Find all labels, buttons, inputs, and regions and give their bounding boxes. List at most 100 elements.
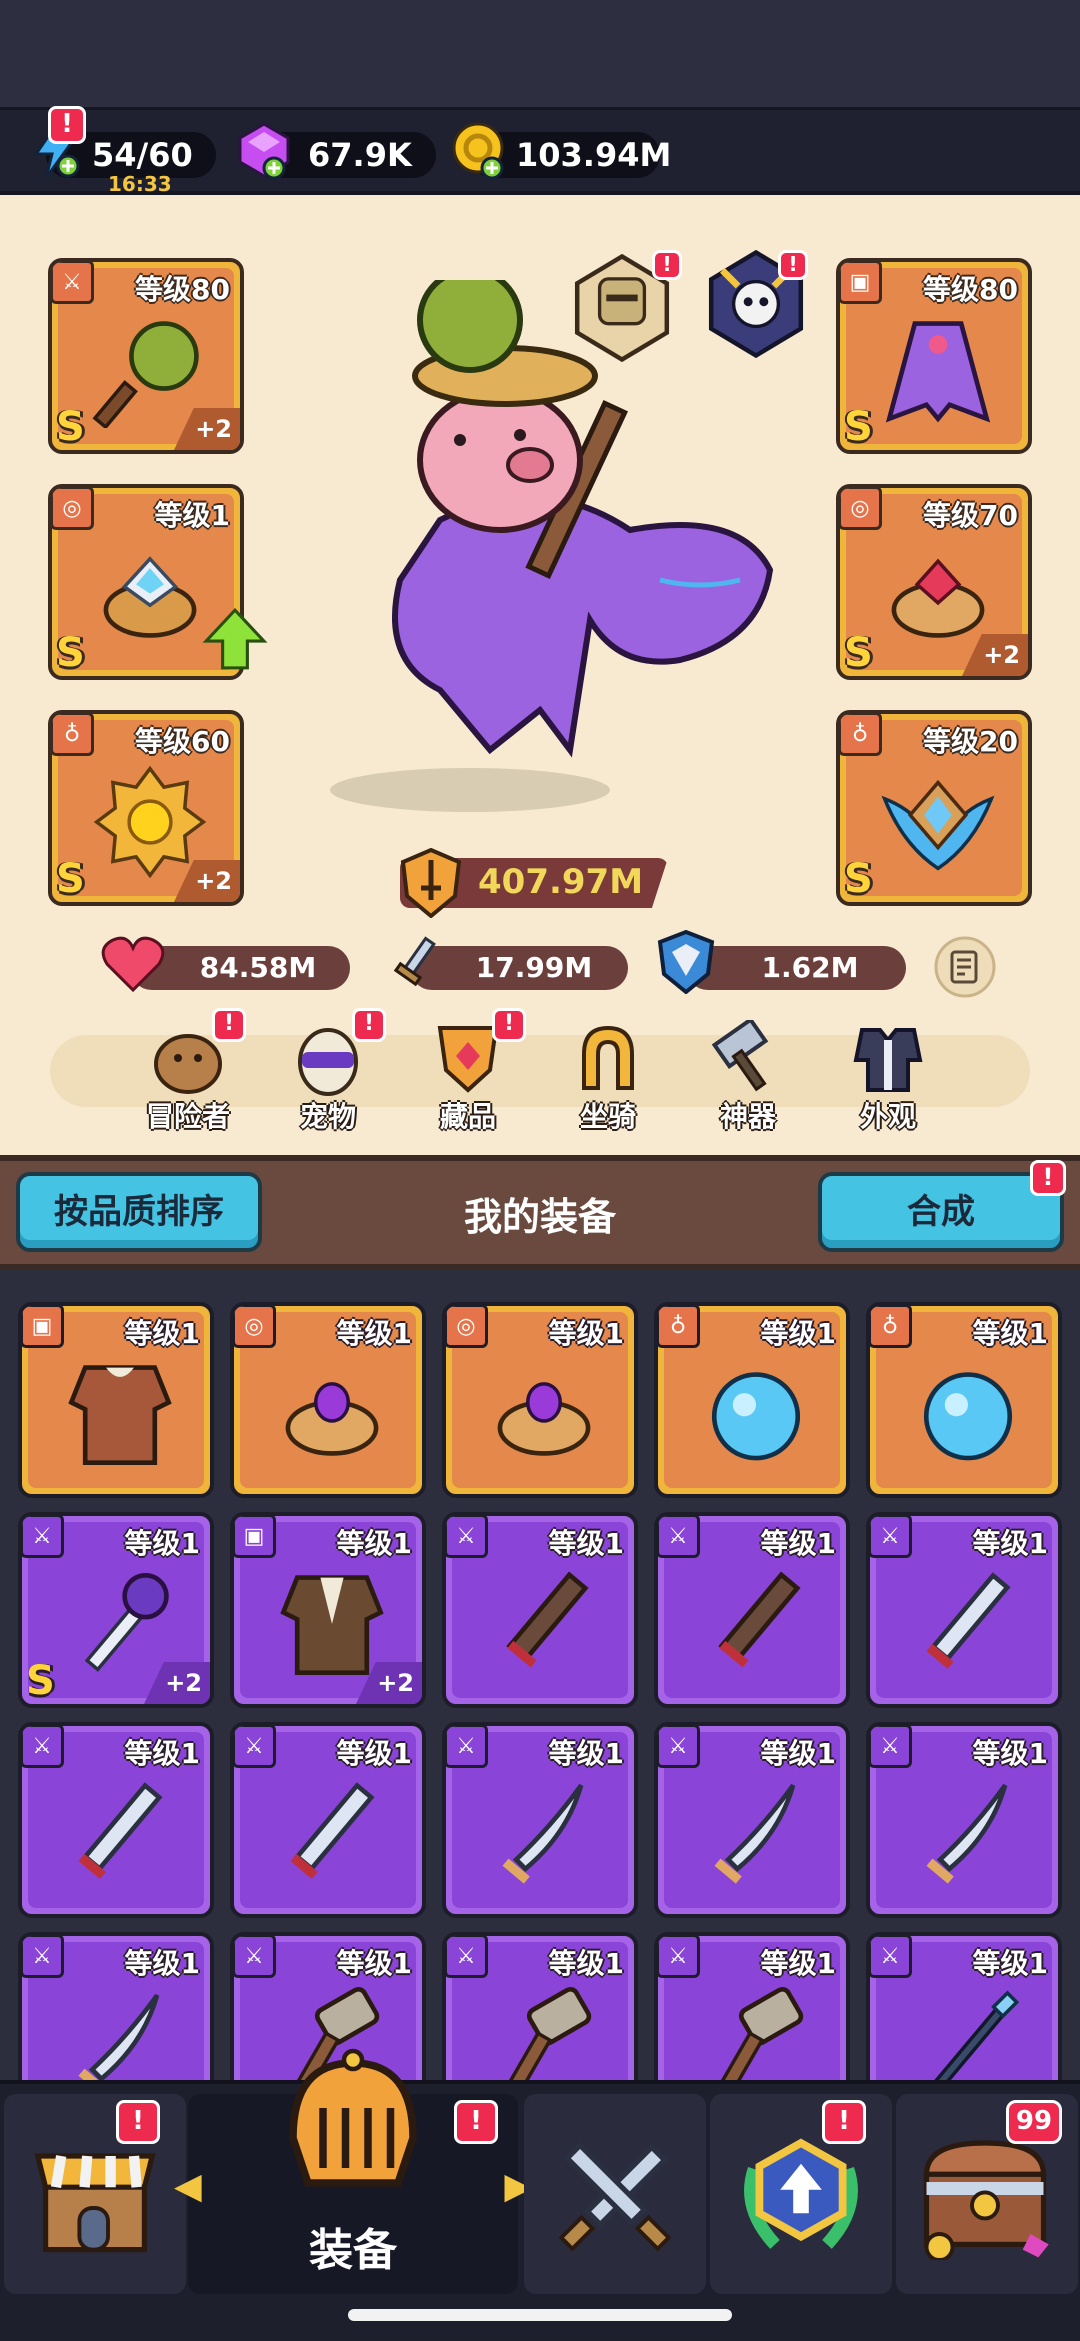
item-category-icon: ♁ (870, 1306, 912, 1348)
inventory-item[interactable]: ⚔ 等级1 (230, 1722, 426, 1918)
item-art-icon (497, 1382, 591, 1456)
shop-icon (34, 2153, 156, 2253)
menu-artifact[interactable]: 神器 (688, 1020, 808, 1135)
inventory-item[interactable]: ⚔ 等级1 (18, 1722, 214, 1918)
slot-level: 等级70 (923, 499, 1018, 532)
item-category-icon: ⚔ (658, 1726, 700, 1768)
item-level: 等级1 (124, 1947, 200, 1980)
equip-slot-necklace-2[interactable]: ♁ 等级20 S (836, 710, 1032, 906)
inventory-item[interactable]: ⚔ 等级1 (654, 1932, 850, 2080)
heart-icon (101, 936, 165, 993)
inventory-item[interactable]: ♁ 等级1 (654, 1302, 850, 1498)
inventory-item[interactable]: ⚔ 等级1 S +2 (18, 1512, 214, 1708)
item-art-icon (78, 1782, 163, 1879)
sword-icon (393, 936, 436, 987)
item-category-icon: ⚔ (870, 1516, 912, 1558)
power-shield-icon (400, 848, 462, 918)
cape-icon (885, 321, 991, 423)
nav-equipment[interactable]: 装备 ◀ ▶ ! (174, 2048, 532, 2294)
treasure-chest-icon (923, 2140, 1049, 2260)
inventory-item[interactable]: ⚔ 等级1 (442, 1722, 638, 1918)
item-level: 等级1 (548, 1737, 624, 1770)
item-category-icon: ⚔ (234, 1936, 276, 1978)
item-category-icon: ⚔ (870, 1726, 912, 1768)
inventory-item[interactable]: ⚔ 等级1 (866, 1512, 1062, 1708)
item-art-icon (928, 1990, 1020, 2080)
item-level: 等级1 (548, 1317, 624, 1350)
equip-slot-necklace[interactable]: ♁ 等级60 S +2 (48, 710, 244, 906)
slot-grade: S (844, 856, 873, 902)
inventory-item[interactable]: ◎ 等级1 (230, 1302, 426, 1498)
item-art-icon (926, 1783, 1008, 1884)
item-art-icon (280, 1575, 384, 1676)
item-category-icon: ▣ (22, 1306, 64, 1348)
bottom-nav: ! 装备 ◀ ▶ ! ! 99 (0, 2048, 1080, 2341)
inventory-item[interactable]: ⚔ 等级1 (18, 1932, 214, 2080)
equip-slot-ring-2[interactable]: ◎ 等级70 S +2 (836, 484, 1032, 680)
sort-by-quality-button[interactable]: 按品质排序 (16, 1172, 262, 1252)
inventory-item[interactable]: ⚔ 等级1 (866, 1932, 1062, 2080)
item-art-icon (503, 1986, 592, 2080)
hero-character (330, 280, 774, 812)
menu-label: 藏品 (439, 1100, 496, 1133)
item-category-icon: ⚔ (22, 1516, 64, 1558)
upgrade-arrow-icon (202, 607, 268, 670)
equip-slot-weapon[interactable]: ⚔ 等级80 S +2 (48, 258, 244, 454)
inventory-grid: ▣ 等级1 ◎ 等级1 ◎ 等级1 ♁ 等级1 ♁ 等级1 ⚔ 等级1 S +2 ▣ 等级1 +2 ⚔ 等级1 ⚔ 等级… (0, 1270, 1080, 2080)
item-category-icon: ▣ (234, 1516, 276, 1558)
defense-value: 1.62M (761, 951, 859, 984)
ring-category-icon: ◎ (840, 488, 882, 530)
stats-detail-icon[interactable] (934, 936, 996, 998)
inventory-item[interactable]: ♁ 等级1 (866, 1302, 1062, 1498)
inventory-item[interactable]: ▣ 等级1 (18, 1302, 214, 1498)
chevron-left-icon: ◀ (174, 2166, 202, 2207)
necklace-category-icon: ♁ (840, 714, 882, 756)
equip-alert-badge: ! (454, 2100, 498, 2144)
inventory-item[interactable]: ▣ 等级1 +2 (230, 1512, 426, 1708)
menu-mount[interactable]: 坐骑 (548, 1020, 668, 1135)
item-category-icon: ⚔ (658, 1516, 700, 1558)
inventory-item[interactable]: ◎ 等级1 (442, 1302, 638, 1498)
item-art-icon (711, 1372, 801, 1461)
armor-category-icon: ▣ (840, 262, 882, 304)
item-level: 等级1 (124, 1737, 200, 1770)
equip-slot-armor[interactable]: ▣ 等级80 S (836, 258, 1032, 454)
item-level: 等级1 (972, 1947, 1048, 1980)
resource-bar: 54/60 16:33 ! 67.9K 103.94M (0, 106, 1080, 196)
item-level: 等级1 (760, 1737, 836, 1770)
energy-timer: 16:33 (108, 172, 172, 196)
inventory-item[interactable]: ⚔ 等级1 (442, 1512, 638, 1708)
item-level: 等级1 (336, 1527, 412, 1560)
slot-level: 等级80 (135, 273, 230, 306)
crossed-swords-icon (558, 2141, 672, 2252)
item-category-icon: ⚔ (22, 1726, 64, 1768)
nav-shop[interactable]: ! (4, 2094, 186, 2294)
inventory-item[interactable]: ⚔ 等级1 (442, 1932, 638, 2080)
ring-icon (103, 556, 197, 638)
winged-emblem-icon (881, 779, 995, 871)
skull-alert-badge: ! (778, 250, 808, 280)
item-level: 等级1 (336, 1317, 412, 1350)
coins-value: 103.94M (516, 136, 672, 174)
menu-appearance[interactable]: 外观 (828, 1020, 948, 1135)
horseshoe-icon (582, 1025, 634, 1090)
item-category-icon: ⚔ (446, 1936, 488, 1978)
slot-grade: S (56, 404, 85, 450)
hammer-icon (711, 1020, 769, 1092)
hp-value: 84.58M (199, 951, 317, 984)
inventory-item[interactable]: ⚔ 等级1 (866, 1722, 1062, 1918)
item-level: 等级1 (336, 1947, 412, 1980)
item-category-icon: ⚔ (870, 1936, 912, 1978)
nav-battle[interactable] (524, 2094, 706, 2294)
inventory-item[interactable]: ⚔ 等级1 (654, 1512, 850, 1708)
item-level: 等级1 (760, 1527, 836, 1560)
inventory-item[interactable]: ⚔ 等级1 (654, 1722, 850, 1918)
slot-grade: S (56, 856, 85, 902)
shield-icon (657, 930, 715, 994)
gem-icon (238, 122, 290, 180)
nav-treasure[interactable]: 99 (896, 2094, 1078, 2294)
chest-count-badge: 99 (1006, 2100, 1062, 2144)
merge-button[interactable]: 合成 (818, 1172, 1064, 1252)
slot-level: 等级20 (923, 725, 1018, 758)
nav-upgrade[interactable]: ! (710, 2094, 892, 2294)
